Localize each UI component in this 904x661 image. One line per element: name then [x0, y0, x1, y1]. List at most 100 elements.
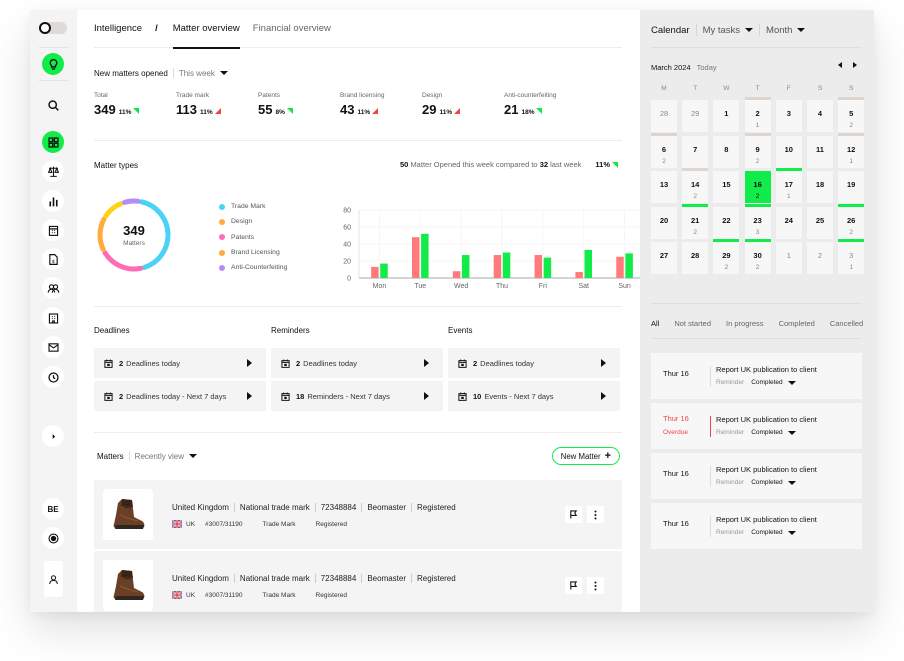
- calendar-day[interactable]: 52: [838, 97, 865, 132]
- filter-tab-all[interactable]: All: [651, 319, 659, 328]
- next-month-icon[interactable]: [853, 62, 857, 68]
- calendar-day[interactable]: 29: [682, 100, 709, 132]
- filter-tab-cancelled[interactable]: Cancelled: [830, 319, 863, 328]
- calendar-day[interactable]: 28: [651, 100, 677, 132]
- calendar-day[interactable]: 12 1: [838, 132, 865, 168]
- calendar-day[interactable]: 14 2: [682, 168, 709, 204]
- tab-financial-overview[interactable]: Financial overview: [253, 10, 331, 48]
- clock-icon[interactable]: [42, 366, 64, 388]
- task-status-dropdown[interactable]: Completed: [751, 529, 796, 536]
- calendar-day[interactable]: 24: [775, 206, 802, 239]
- calendar-day[interactable]: 28: [682, 242, 709, 275]
- task-item[interactable]: Thur 16 Report UK publication to client …: [651, 353, 862, 399]
- calendar-day[interactable]: 11: [807, 135, 833, 168]
- panel-card[interactable]: 2 Deadlines today: [448, 348, 620, 378]
- bar-chart-icon[interactable]: [42, 190, 64, 212]
- dashboard-grid-icon[interactable]: [42, 131, 64, 153]
- calendar-day[interactable]: 62: [651, 132, 677, 168]
- calendar-day[interactable]: 22: [713, 206, 740, 239]
- calendar-icon: [458, 391, 467, 401]
- divider: [651, 47, 862, 48]
- filter-tab-in-progress[interactable]: In progress: [726, 319, 764, 328]
- calendar-day[interactable]: 18: [807, 171, 833, 204]
- task-status-dropdown[interactable]: Completed: [751, 429, 796, 436]
- filter-tab-completed[interactable]: Completed: [779, 319, 815, 328]
- view-dropdown[interactable]: Recently view: [135, 452, 198, 461]
- today-button[interactable]: Today: [697, 63, 717, 72]
- calendar-day[interactable]: 4: [807, 100, 833, 132]
- panel-deadlines: Deadlines 2 Deadlines today 2 Deadlines toda…: [94, 326, 266, 411]
- tab-matter-overview[interactable]: Matter overview: [172, 10, 240, 49]
- language-button[interactable]: BE: [42, 498, 64, 520]
- matter-row[interactable]: United Kingdom National trade mark 72348…: [94, 551, 622, 612]
- task-item[interactable]: Thur 16 Report UK publication to client …: [651, 503, 862, 549]
- flag-button[interactable]: [565, 577, 582, 594]
- prev-month-icon[interactable]: [838, 62, 842, 68]
- legend-label: Patents: [231, 233, 255, 241]
- calendar-day[interactable]: 21: [744, 97, 771, 132]
- people-icon[interactable]: [42, 277, 64, 299]
- expand-sidebar-icon[interactable]: [42, 425, 64, 447]
- calendar-day[interactable]: 29 2: [713, 239, 740, 275]
- arrow-right-icon: [424, 392, 429, 400]
- calendar-day[interactable]: 7: [682, 135, 709, 168]
- user-profile-button[interactable]: [44, 561, 63, 597]
- new-matter-button[interactable]: New Matter +: [551, 447, 620, 465]
- calendar-day[interactable]: 10: [775, 135, 802, 168]
- flag-button[interactable]: [565, 506, 582, 523]
- panel-card[interactable]: 18 Reminders - Next 7 days: [271, 381, 443, 411]
- panel-card[interactable]: 10 Events - Next 7 days: [448, 381, 620, 411]
- calendar-day[interactable]: 30 2: [744, 239, 771, 275]
- divider: [710, 516, 711, 537]
- calendar-day[interactable]: 8: [713, 135, 740, 168]
- task-item[interactable]: Thur 16 Overdue Report UK publication to…: [651, 403, 862, 449]
- period-dropdown[interactable]: This week: [179, 69, 228, 78]
- matter-row[interactable]: United Kingdom National trade mark 72348…: [94, 480, 622, 549]
- caret-down-icon: [219, 71, 228, 75]
- calendar-icon[interactable]: [42, 219, 64, 241]
- theme-toggle[interactable]: [39, 22, 67, 34]
- calendar-day[interactable]: 26 2: [838, 203, 865, 239]
- calendar-day[interactable]: 31: [838, 239, 865, 275]
- search-icon[interactable]: [42, 94, 64, 116]
- calendar-day[interactable]: 27: [651, 242, 677, 275]
- calendar-day[interactable]: 1: [775, 242, 802, 275]
- calendar-day[interactable]: 2: [807, 242, 833, 275]
- caret-down-icon: [787, 480, 796, 485]
- calendar-day[interactable]: 17 1: [775, 168, 802, 204]
- calendar-day[interactable]: 19: [838, 171, 865, 204]
- stat-label: Trade mark: [176, 92, 209, 99]
- overdue-label: Overdue: [663, 429, 688, 436]
- more-options-button[interactable]: [587, 577, 604, 594]
- task-status-dropdown[interactable]: Completed: [751, 479, 796, 486]
- invoice-icon[interactable]: $: [42, 248, 64, 270]
- mail-icon[interactable]: [42, 336, 64, 358]
- calendar-day[interactable]: 13: [651, 171, 677, 204]
- calendar-day[interactable]: 23 3: [744, 203, 771, 239]
- calendar-day[interactable]: 15: [713, 171, 740, 204]
- calendar-day[interactable]: 25: [807, 206, 833, 239]
- more-options-button[interactable]: [587, 506, 604, 523]
- lightbulb-icon[interactable]: [42, 53, 64, 75]
- y-tick-label: 20: [343, 259, 351, 266]
- scales-icon[interactable]: [42, 160, 64, 182]
- filter-tab-not-started[interactable]: Not started: [674, 319, 711, 328]
- breadcrumb-intelligence[interactable]: Intelligence: [94, 10, 142, 48]
- task-status-dropdown[interactable]: Completed: [751, 379, 796, 386]
- task-item[interactable]: Thur 16 Report UK publication to client …: [651, 453, 862, 499]
- tasks-filter-dropdown[interactable]: My tasks: [703, 25, 754, 36]
- panel-card[interactable]: 2 Deadlines today: [94, 348, 266, 378]
- building-icon[interactable]: [42, 307, 64, 329]
- calendar-day[interactable]: 3: [775, 100, 802, 132]
- view-mode-dropdown[interactable]: Month: [766, 25, 806, 36]
- panel-card[interactable]: 2 Deadlines today: [271, 348, 443, 378]
- task-meta: Reminder Completed: [716, 379, 796, 386]
- x-tick-label: Sun: [618, 283, 631, 290]
- panel-card[interactable]: 2 Deadlines today - Next 7 days: [94, 381, 266, 411]
- calendar-day[interactable]: 1: [713, 100, 740, 132]
- calendar-day[interactable]: 20: [651, 206, 677, 239]
- calendar-day[interactable]: 21 2: [682, 203, 709, 239]
- calendar-day-selected[interactable]: 16 2: [744, 171, 771, 209]
- calendar-day[interactable]: 92: [744, 132, 771, 168]
- record-icon[interactable]: [42, 527, 64, 549]
